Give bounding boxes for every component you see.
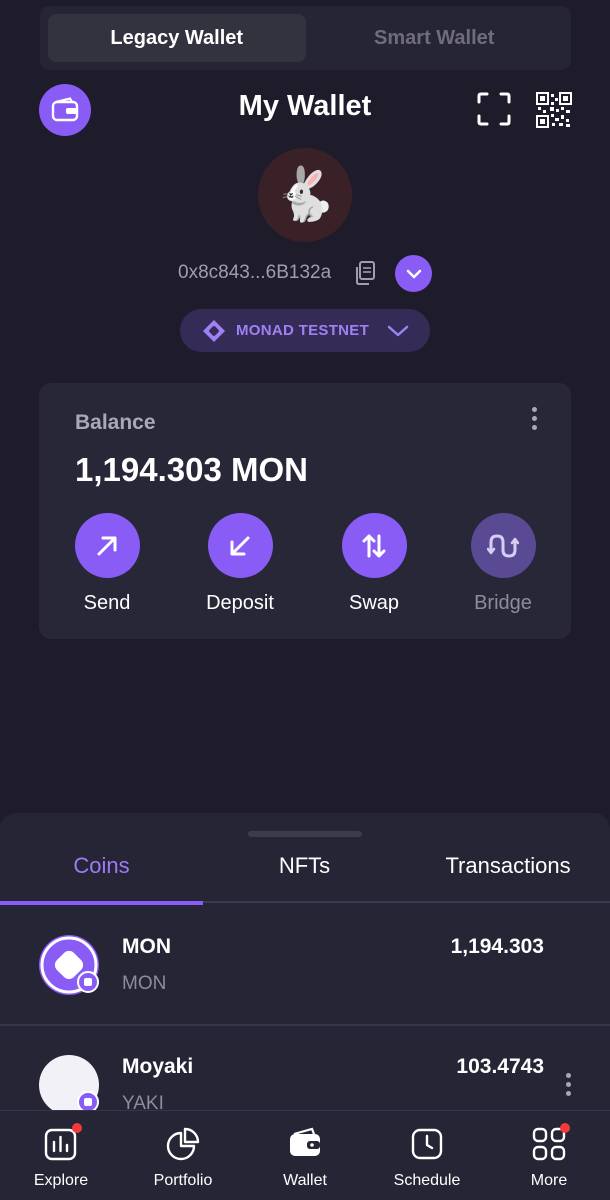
balance-options-button[interactable]	[524, 407, 544, 437]
mon-token-icon	[39, 935, 99, 995]
bridge-button[interactable]: Bridge	[453, 513, 553, 615]
more-dots-icon	[565, 1073, 571, 1078]
clock-icon	[411, 1128, 443, 1160]
explore-chart-icon	[44, 1128, 77, 1161]
coin-options-button[interactable]	[560, 1073, 576, 1103]
notification-dot	[560, 1123, 570, 1133]
bridge-icon	[487, 533, 519, 558]
coin-name: MON	[122, 935, 171, 958]
swap-arrows-icon	[362, 534, 386, 557]
nav-wallet[interactable]: Wallet	[255, 1127, 355, 1190]
nav-explore-label: Explore	[33, 1172, 89, 1189]
nav-schedule[interactable]: Schedule	[377, 1127, 477, 1190]
swap-button[interactable]: Swap	[324, 513, 424, 615]
deposit-label: Deposit	[206, 592, 274, 614]
pie-chart-icon	[166, 1127, 200, 1161]
arrow-down-left-icon	[230, 536, 250, 555]
list-divider	[0, 1024, 610, 1026]
nav-schedule-label: Schedule	[393, 1172, 461, 1189]
bottom-navigation: Explore Portfolio Wallet Schedule More	[0, 1110, 610, 1200]
qr-code-button[interactable]	[536, 92, 572, 128]
scan-icon	[477, 92, 511, 126]
balance-card: Balance 1,194.303 MON Send Deposit Swap …	[39, 383, 571, 639]
balance-label: Balance	[75, 411, 156, 434]
scan-button[interactable]	[477, 92, 511, 126]
qr-code-icon	[536, 92, 572, 128]
rabbit-avatar-glyph: 🐇	[272, 166, 338, 224]
moyaki-token-icon	[39, 1055, 99, 1115]
network-label: MONAD TESTNET	[236, 322, 370, 339]
wallet-icon	[290, 1127, 320, 1156]
copy-address-button[interactable]	[354, 261, 376, 285]
nav-portfolio[interactable]: Portfolio	[133, 1127, 233, 1190]
asset-tabs: Coins NFTs Transactions	[0, 843, 610, 905]
swap-label: Swap	[348, 592, 400, 614]
nav-wallet-label: Wallet	[283, 1172, 327, 1189]
monad-logo-icon	[203, 319, 225, 342]
tab-coins[interactable]: Coins	[0, 853, 203, 879]
chevron-down-icon	[387, 325, 409, 336]
tab-nfts[interactable]: NFTs	[203, 853, 406, 879]
wallet-type-switch: Legacy Wallet Smart Wallet	[40, 6, 571, 70]
avatar[interactable]: 🐇	[258, 148, 352, 242]
nav-explore[interactable]: Explore	[11, 1123, 111, 1190]
address-row: 0x8c843...6B132a	[0, 254, 610, 292]
send-label: Send	[83, 592, 131, 614]
nav-more[interactable]: More	[499, 1123, 599, 1190]
deposit-button[interactable]: Deposit	[190, 513, 290, 615]
tab-transactions[interactable]: Transactions	[406, 853, 610, 879]
active-tab-indicator	[0, 901, 203, 905]
send-button[interactable]: Send	[57, 513, 157, 615]
notification-dot	[72, 1123, 82, 1133]
nav-portfolio-label: Portfolio	[153, 1172, 213, 1189]
more-dots-icon	[531, 407, 537, 412]
copy-icon	[356, 261, 375, 285]
assets-sheet: Coins NFTs Transactions MON MON 1,194.30…	[0, 813, 610, 1115]
account-dropdown-button[interactable]	[395, 255, 432, 292]
list-item[interactable]: MON MON 1,194.303	[0, 913, 610, 1025]
coin-name: Moyaki	[122, 1055, 194, 1078]
arrow-up-right-icon	[97, 536, 117, 555]
page-title: My Wallet	[238, 90, 372, 122]
network-selector[interactable]: MONAD TESTNET	[180, 309, 430, 352]
smart-wallet-tab[interactable]: Smart Wallet	[306, 14, 564, 62]
balance-actions: Send Deposit Swap Bridge	[39, 513, 571, 615]
nav-more-label: More	[530, 1172, 568, 1189]
coin-amount: 103.4743	[456, 1055, 544, 1078]
bridge-label: Bridge	[474, 592, 532, 614]
grid-icon	[532, 1127, 566, 1161]
legacy-wallet-tab[interactable]: Legacy Wallet	[48, 14, 306, 62]
wallet-address: 0x8c843...6B132a	[178, 262, 332, 283]
balance-value: 1,194.303 MON	[75, 451, 308, 488]
chevron-down-icon	[406, 269, 421, 278]
sheet-drag-handle[interactable]	[248, 831, 362, 837]
coin-symbol: MON	[122, 973, 167, 994]
header: My Wallet	[0, 80, 610, 136]
coin-amount: 1,194.303	[450, 935, 544, 958]
